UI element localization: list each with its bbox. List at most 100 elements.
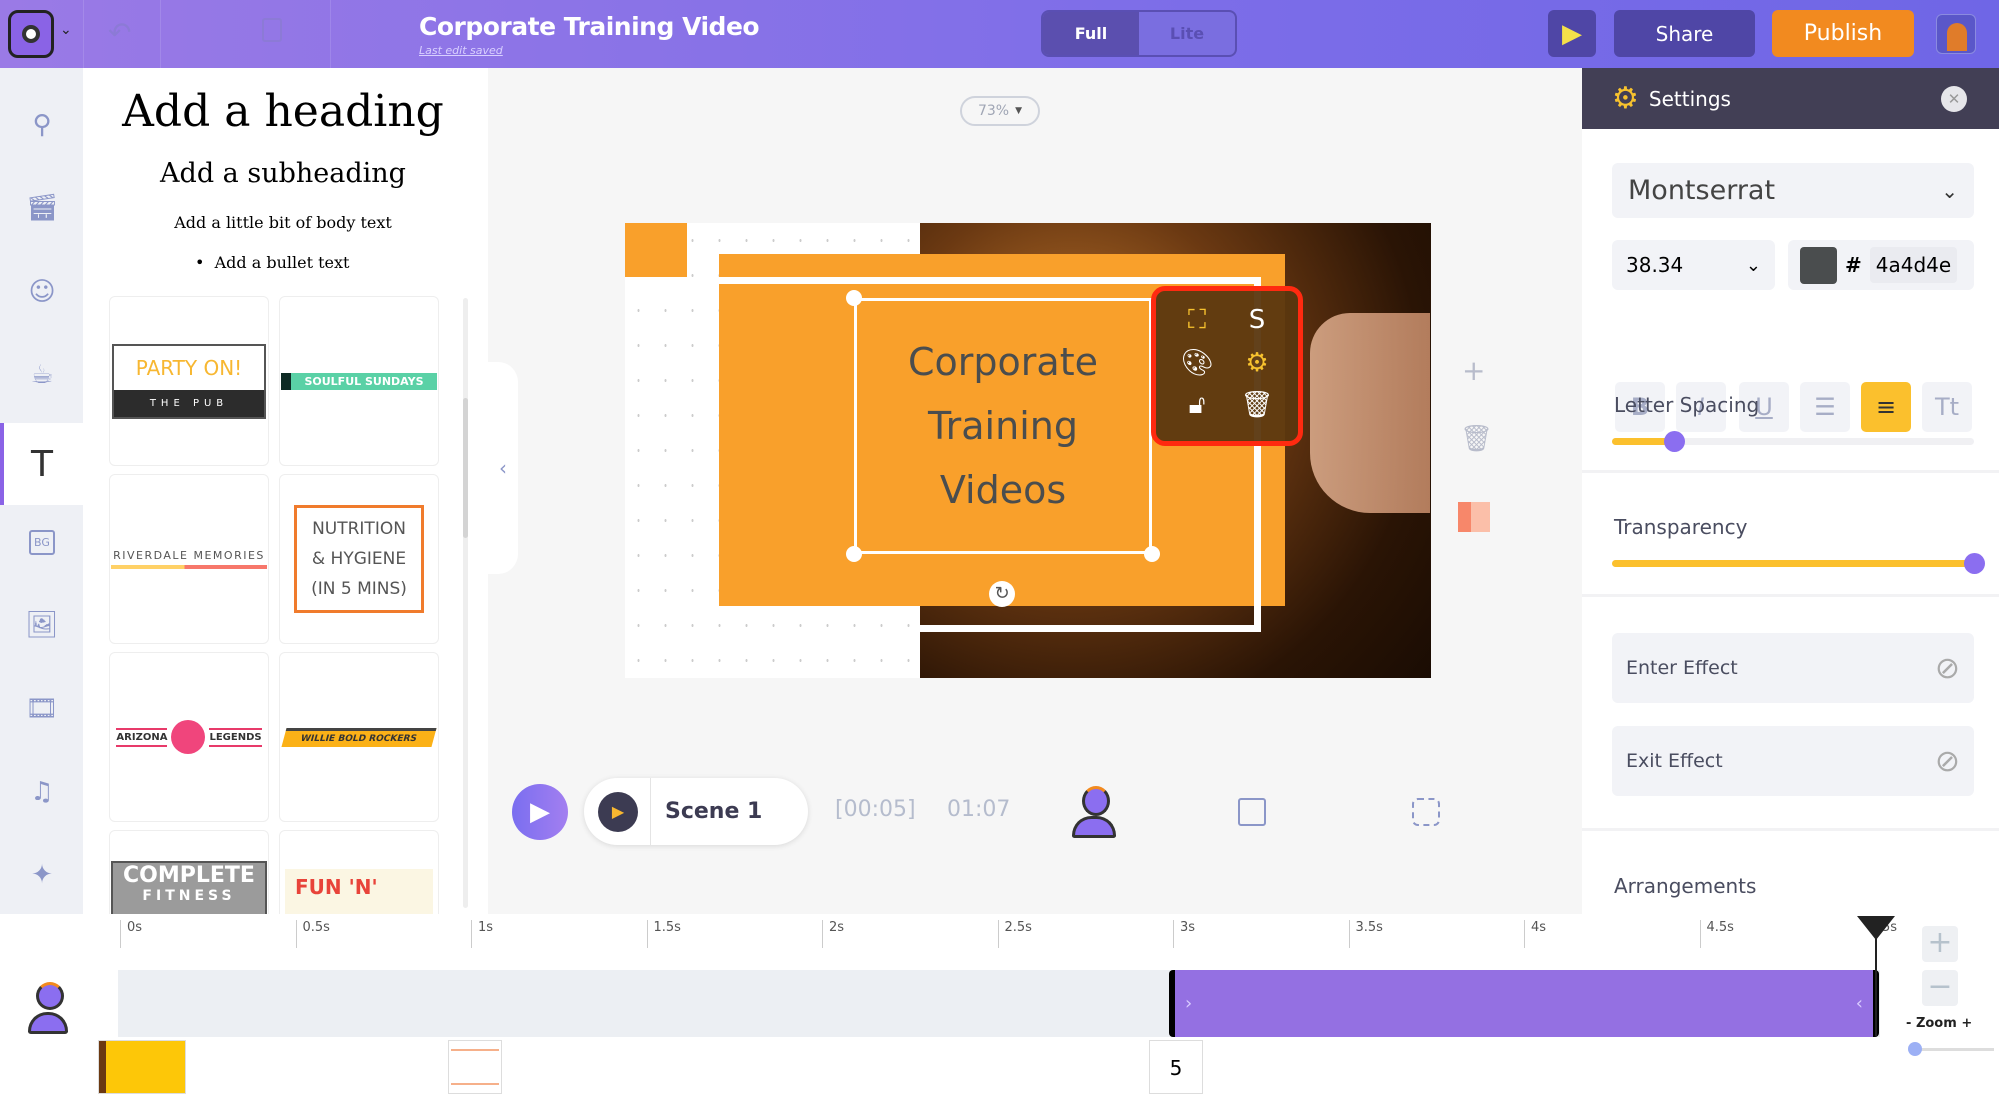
timeline-ruler[interactable]: 0s 0.5s 1s 1.5s 2s 2.5s 3s 3.5s 4s 4.5s 5s	[0, 914, 1900, 954]
enter-effect-button[interactable]: Enter Effect ⊘	[1612, 633, 1974, 703]
template-fun-n[interactable]: FUN 'N'	[279, 830, 439, 916]
duplicate-icon[interactable]	[262, 18, 282, 42]
add-body-text[interactable]: Add a little bit of body text	[83, 213, 483, 232]
resize-handle[interactable]	[846, 546, 862, 562]
timeline-tick: 1.5s	[646, 920, 681, 948]
character-icon[interactable]	[1072, 786, 1120, 841]
rotate-handle[interactable]: ↻	[989, 581, 1015, 607]
font-family-dropdown[interactable]: Montserrat ⌄	[1612, 163, 1974, 218]
volleyball-icon	[171, 720, 206, 754]
scene-icon[interactable]: 🎬︎	[22, 188, 62, 228]
add-element-icon[interactable]: +	[1462, 354, 1485, 387]
background-icon[interactable]: BG	[22, 522, 62, 562]
element-toolbar: ⛶ S 🎨︎ ⚙ 🔓︎ 🗑︎	[1151, 286, 1303, 446]
add-heading[interactable]: Add a heading	[83, 86, 483, 137]
preview-button[interactable]: ▶	[1548, 10, 1596, 57]
templates-grid: PARTY ON! THE PUB SOULFUL SUNDAYS RIVERDA…	[109, 296, 454, 916]
app-logo[interactable]	[8, 10, 54, 58]
scene-stage[interactable]: Corporate Training Videos ↻ ⛶ S 🎨︎ ⚙ 🔓︎ …	[625, 223, 1431, 678]
zoom-in-button[interactable]: +	[1922, 926, 1958, 962]
text-case-button[interactable]: Tt	[1922, 382, 1972, 432]
gear-icon: ⚙	[1612, 81, 1639, 116]
timeline: 0s 0.5s 1s 1.5s 2s 2.5s 3s 3.5s 4s 4.5s 5s › ‹ 5 + …	[0, 914, 1999, 1096]
color-swatch[interactable]	[1458, 502, 1490, 532]
timeline-tick: 0.5s	[295, 920, 330, 948]
music-icon[interactable]: ♫	[22, 772, 62, 812]
panel-scrollbar[interactable]	[463, 298, 468, 908]
letter-spacing-slider[interactable]	[1612, 431, 1974, 452]
search-icon[interactable]: ⚲	[22, 105, 62, 145]
group-icon[interactable]: ⛶	[1170, 305, 1224, 342]
trash-icon[interactable]: 🗑︎	[1230, 390, 1284, 427]
timeline-tick: 4s	[1524, 920, 1546, 948]
scene-name: Scene 1	[665, 799, 763, 824]
share-button[interactable]: Share	[1614, 10, 1755, 57]
list-button[interactable]: ☰	[1800, 382, 1850, 432]
template-riverdale-memories[interactable]: RIVERDALE MEMORIES	[109, 474, 269, 644]
image-icon[interactable]: 🖼︎	[22, 605, 62, 645]
screenshot-icon[interactable]	[1412, 798, 1440, 826]
scene-duration: [00:05]	[835, 797, 916, 822]
close-icon[interactable]: ✕	[1941, 85, 1967, 112]
video-icon[interactable]: 🎞︎	[22, 689, 62, 729]
text-icon[interactable]: T	[22, 444, 62, 485]
transparency-slider[interactable]	[1612, 553, 1985, 574]
arrangements-label: Arrangements	[1614, 874, 1757, 898]
video-frame-icon[interactable]	[1238, 798, 1266, 826]
animation-path-icon[interactable]: S	[1230, 305, 1284, 342]
resize-handle[interactable]	[846, 290, 862, 306]
character-icon[interactable]: ☺	[22, 272, 62, 312]
template-willie-bold-rockers[interactable]: WILLIE BOLD ROCKERS	[279, 652, 439, 822]
text-color-field[interactable]: #4a4d4e	[1788, 240, 1974, 290]
gear-icon[interactable]: ⚙	[1230, 348, 1284, 384]
zoom-out-button[interactable]: −	[1922, 970, 1958, 1006]
add-subheading[interactable]: Add a subheading	[83, 158, 483, 189]
last-saved-status[interactable]: Last edit saved	[419, 44, 503, 57]
mode-lite[interactable]: Lite	[1139, 12, 1235, 55]
template-party-on[interactable]: PARTY ON! THE PUB	[109, 296, 269, 466]
logo-chevron-down-icon[interactable]: ⌄	[60, 22, 72, 38]
undo-icon[interactable]: ↶	[108, 16, 131, 49]
exit-effect-button[interactable]: Exit Effect ⊘	[1612, 726, 1974, 796]
template-complete-fitness[interactable]: COMPLETE FITNESS	[109, 830, 269, 916]
playhead[interactable]	[1857, 916, 1895, 1036]
collapse-panel-button[interactable]: ‹	[488, 362, 518, 574]
color-swatch[interactable]	[1800, 246, 1837, 284]
settings-panel: ⚙ Settings ✕ Montserrat ⌄ 38.34 ⌄ #4a4d4e …	[1582, 68, 1999, 914]
play-scene-icon[interactable]: ▶	[598, 791, 638, 832]
scene-thumbnail[interactable]	[448, 1040, 502, 1094]
unlock-icon[interactable]: 🔓︎	[1170, 390, 1224, 427]
resize-handle[interactable]	[1144, 546, 1160, 562]
clip-end-handle[interactable]: ‹	[1856, 993, 1863, 1014]
mode-full[interactable]: Full	[1043, 12, 1139, 55]
timeline-clip[interactable]: › ‹	[1169, 970, 1879, 1037]
scene-thumbnail[interactable]	[98, 1040, 186, 1094]
scene-pill[interactable]: ▶ Scene 1	[584, 778, 808, 845]
timeline-tick: 3.5s	[1348, 920, 1383, 948]
list-icon: ☰	[1814, 393, 1836, 421]
align-center-button[interactable]: ≡	[1861, 382, 1911, 432]
scene-number[interactable]: 5	[1149, 1040, 1203, 1094]
template-nutrition-hygiene[interactable]: NUTRITION & HYGIENE (IN 5 MINS)	[279, 474, 439, 644]
play-all-button[interactable]: ▶	[512, 784, 568, 840]
project-title[interactable]: Corporate Training Video	[419, 12, 760, 41]
delete-icon[interactable]: 🗑︎	[1460, 424, 1493, 454]
selected-text-box[interactable]: Corporate Training Videos	[854, 298, 1152, 554]
template-arizona-legends[interactable]: ARIZONA LEGENDS	[109, 652, 269, 822]
props-icon[interactable]: ☕︎	[22, 355, 62, 395]
add-bullet-text[interactable]: • Add a bullet text	[195, 253, 349, 272]
publish-button[interactable]: Publish	[1772, 10, 1914, 57]
user-avatar[interactable]	[1936, 14, 1976, 54]
text-panel: Add a heading Add a subheading Add a lit…	[83, 68, 488, 916]
timeline-tick: 2.5s	[997, 920, 1032, 948]
font-size-dropdown[interactable]: 38.34 ⌄	[1612, 240, 1775, 290]
effects-icon[interactable]: ✦	[22, 855, 62, 895]
none-icon: ⊘	[1934, 743, 1960, 779]
zoom-slider[interactable]	[1908, 1042, 1994, 1056]
zoom-dropdown[interactable]: 73% ▼	[960, 96, 1040, 126]
clip-start-handle[interactable]: ›	[1185, 993, 1192, 1014]
none-icon: ⊘	[1934, 650, 1960, 686]
mode-toggle: Full Lite	[1041, 10, 1237, 57]
palette-icon[interactable]: 🎨︎	[1170, 348, 1224, 384]
template-soulful-sundays[interactable]: SOULFUL SUNDAYS	[279, 296, 439, 466]
